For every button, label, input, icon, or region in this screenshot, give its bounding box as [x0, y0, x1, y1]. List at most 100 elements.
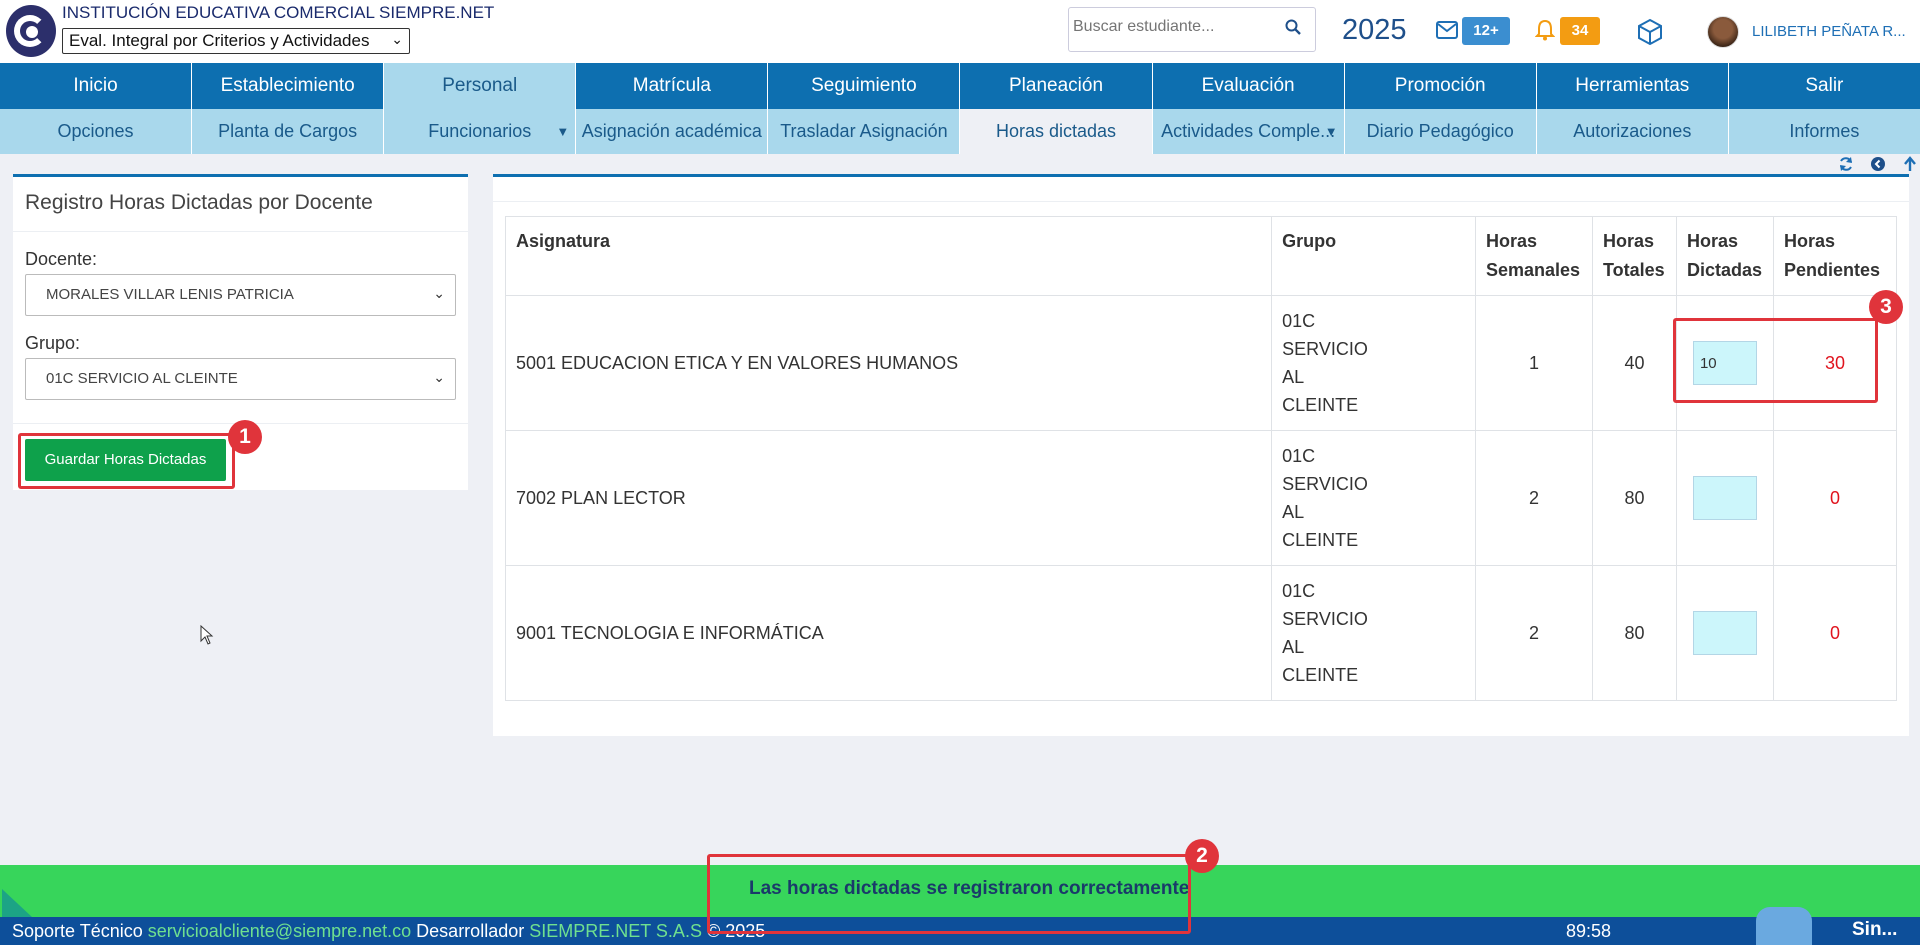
nav-herramientas[interactable]: Herramientas — [1536, 63, 1729, 109]
support-email-link[interactable]: servicioalcliente@siempre.net.co — [148, 921, 411, 941]
grupo-cell: 01C SERVICIO AL CLEINTE — [1271, 565, 1476, 701]
developer-link[interactable]: SIEMPRE.NET S.A.S — [529, 921, 702, 941]
subnav-informes[interactable]: Informes — [1729, 109, 1920, 154]
session-timer: 89:58 — [1566, 921, 1612, 941]
grupo-cell: 01C SERVICIO AL CLEINTE — [1271, 295, 1476, 431]
chat-widget[interactable] — [1756, 907, 1812, 945]
developer-label: Desarrollador — [416, 921, 525, 941]
support-label: Soporte Técnico — [12, 921, 143, 941]
pendientes-cell: 0 — [1772, 430, 1898, 566]
annotation-box-save — [18, 433, 235, 489]
main-nav: Inicio Establecimiento Personal Matrícul… — [0, 63, 1920, 109]
col-horas-totales: Horas Totales — [1591, 216, 1677, 296]
institution-logo[interactable] — [6, 5, 56, 57]
semanales-cell: 2 — [1475, 430, 1593, 566]
dropdown-arrow-icon: ▼ — [1324, 124, 1338, 139]
institution-name: INSTITUCIÓN EDUCATIVA COMERCIAL SIEMPRE.… — [62, 3, 495, 22]
annotation-box-toast — [707, 854, 1191, 934]
subnav-opciones[interactable]: Opciones — [0, 109, 193, 154]
hours-table: Asignatura Grupo Horas Semanales Horas Tot… — [504, 216, 1898, 701]
refresh-icon[interactable] — [1838, 156, 1854, 172]
hours-panel: Asignatura Grupo Horas Semanales Horas Tot… — [493, 174, 1909, 736]
subnav-trasladar-asignacion[interactable]: Trasladar Asignación — [768, 109, 961, 154]
top-header: INSTITUCIÓN EDUCATIVA COMERCIAL SIEMPRE.… — [0, 0, 1920, 63]
subnav-funcionarios[interactable]: Funcionarios ▼ — [384, 109, 577, 154]
footer-info: Soporte Técnico servicioalcliente@siempr… — [12, 921, 765, 942]
school-year: 2025 — [1342, 14, 1407, 46]
nav-personal[interactable]: Personal — [384, 63, 577, 109]
cube-icon[interactable] — [1636, 18, 1664, 46]
col-grupo: Grupo — [1271, 216, 1476, 296]
nav-establecimiento[interactable]: Establecimiento — [192, 63, 385, 109]
page-tools — [1830, 156, 1920, 174]
table-row: 9001 TECNOLOGIA E INFORMÁTICA 01C SERVICI… — [504, 565, 1898, 701]
col-horas-dictadas: Horas Dictadas — [1675, 216, 1774, 296]
table-row: 7002 PLAN LECTOR 01C SERVICIO AL CLEINTE 2 … — [504, 430, 1898, 566]
divider — [493, 201, 1909, 202]
divider — [13, 231, 468, 232]
nav-seguimiento[interactable]: Seguimiento — [768, 63, 961, 109]
up-arrow-icon[interactable] — [1902, 156, 1918, 172]
pendientes-cell: 0 — [1772, 565, 1898, 701]
subnav-planta-de-cargos[interactable]: Planta de Cargos — [192, 109, 385, 154]
docente-value: MORALES VILLAR LENIS PATRICIA — [46, 286, 294, 303]
totales-cell: 40 — [1591, 295, 1677, 431]
dropdown-arrow-icon: ▼ — [556, 124, 570, 139]
subnav-actividades-complementarias[interactable]: Actividades Comple... ▼ — [1153, 109, 1345, 154]
user-avatar[interactable] — [1707, 16, 1739, 48]
annotation-box-hours — [1673, 318, 1878, 403]
back-icon[interactable] — [1870, 156, 1886, 172]
nav-inicio[interactable]: Inicio — [0, 63, 193, 109]
docente-select[interactable]: MORALES VILLAR LENIS PATRICIA ⌄ — [25, 274, 456, 316]
user-name[interactable]: LILIBETH PEÑATA R... — [1752, 23, 1906, 40]
asignatura-cell: 9001 TECNOLOGIA E INFORMÁTICA — [504, 565, 1273, 701]
asignatura-cell: 5001 EDUCACION ETICA Y EN VALORES HUMANO… — [504, 295, 1273, 431]
subnav-autorizaciones[interactable]: Autorizaciones — [1537, 109, 1729, 154]
horas-dictadas-input[interactable] — [1692, 611, 1757, 655]
subnav-horas-dictadas[interactable]: Horas dictadas — [960, 109, 1153, 154]
subnav-funcionarios-label: Funcionarios — [428, 121, 532, 141]
sub-nav: Opciones Planta de Cargos Funcionarios ▼ … — [0, 109, 1920, 154]
totales-cell: 80 — [1591, 430, 1677, 566]
docente-label: Docente: — [25, 249, 98, 269]
chevron-down-icon: ⌄ — [391, 31, 403, 47]
grupo-select[interactable]: 01C SERVICIO AL CLEINTE ⌄ — [25, 358, 456, 400]
asignatura-cell: 7002 PLAN LECTOR — [504, 430, 1273, 566]
col-asignatura: Asignatura — [504, 216, 1273, 296]
mouse-cursor-icon — [200, 625, 214, 645]
subnav-asignacion-academica[interactable]: Asignación académica — [576, 109, 769, 154]
panel-title: Registro Horas Dictadas por Docente — [25, 191, 373, 214]
mail-badge[interactable]: 12+ — [1462, 17, 1510, 45]
subnav-actividades-label: Actividades Comple... — [1161, 121, 1336, 141]
grupo-value: 01C SERVICIO AL CLEINTE — [46, 370, 238, 387]
eval-mode-value: Eval. Integral por Criterios y Actividad… — [69, 31, 370, 50]
grupo-label: Grupo: — [25, 333, 81, 353]
grupo-cell: 01C SERVICIO AL CLEINTE — [1271, 430, 1476, 566]
chevron-down-icon: ⌄ — [433, 369, 445, 385]
nav-planeacion[interactable]: Planeación — [960, 63, 1153, 109]
mail-icon[interactable] — [1436, 21, 1458, 39]
dictadas-cell — [1675, 565, 1774, 701]
search-input[interactable] — [1073, 18, 1273, 36]
table-header-row: Asignatura Grupo Horas Semanales Horas Tot… — [504, 216, 1898, 296]
chevron-down-icon: ⌄ — [433, 285, 445, 301]
dictadas-cell — [1675, 430, 1774, 566]
subnav-diario-pedagogico[interactable]: Diario Pedagógico — [1345, 109, 1537, 154]
bell-icon[interactable] — [1535, 19, 1555, 41]
eval-mode-select[interactable]: Eval. Integral por Criterios y Actividad… — [62, 28, 410, 54]
student-search[interactable] — [1068, 7, 1316, 52]
footer-brand: Sin... — [1852, 919, 1898, 940]
nav-salir[interactable]: Salir — [1728, 63, 1920, 109]
search-icon[interactable] — [1285, 19, 1301, 35]
totales-cell: 80 — [1591, 565, 1677, 701]
nav-matricula[interactable]: Matrícula — [576, 63, 769, 109]
col-horas-semanales: Horas Semanales — [1475, 216, 1593, 296]
annotation-number: 3 — [1869, 290, 1903, 324]
semanales-cell: 1 — [1475, 295, 1593, 431]
semanales-cell: 2 — [1475, 565, 1593, 701]
nav-promocion[interactable]: Promoción — [1344, 63, 1537, 109]
annotation-number: 2 — [1185, 839, 1219, 873]
nav-evaluacion[interactable]: Evaluación — [1152, 63, 1345, 109]
horas-dictadas-input[interactable] — [1692, 476, 1757, 520]
notification-badge[interactable]: 34 — [1560, 17, 1600, 45]
